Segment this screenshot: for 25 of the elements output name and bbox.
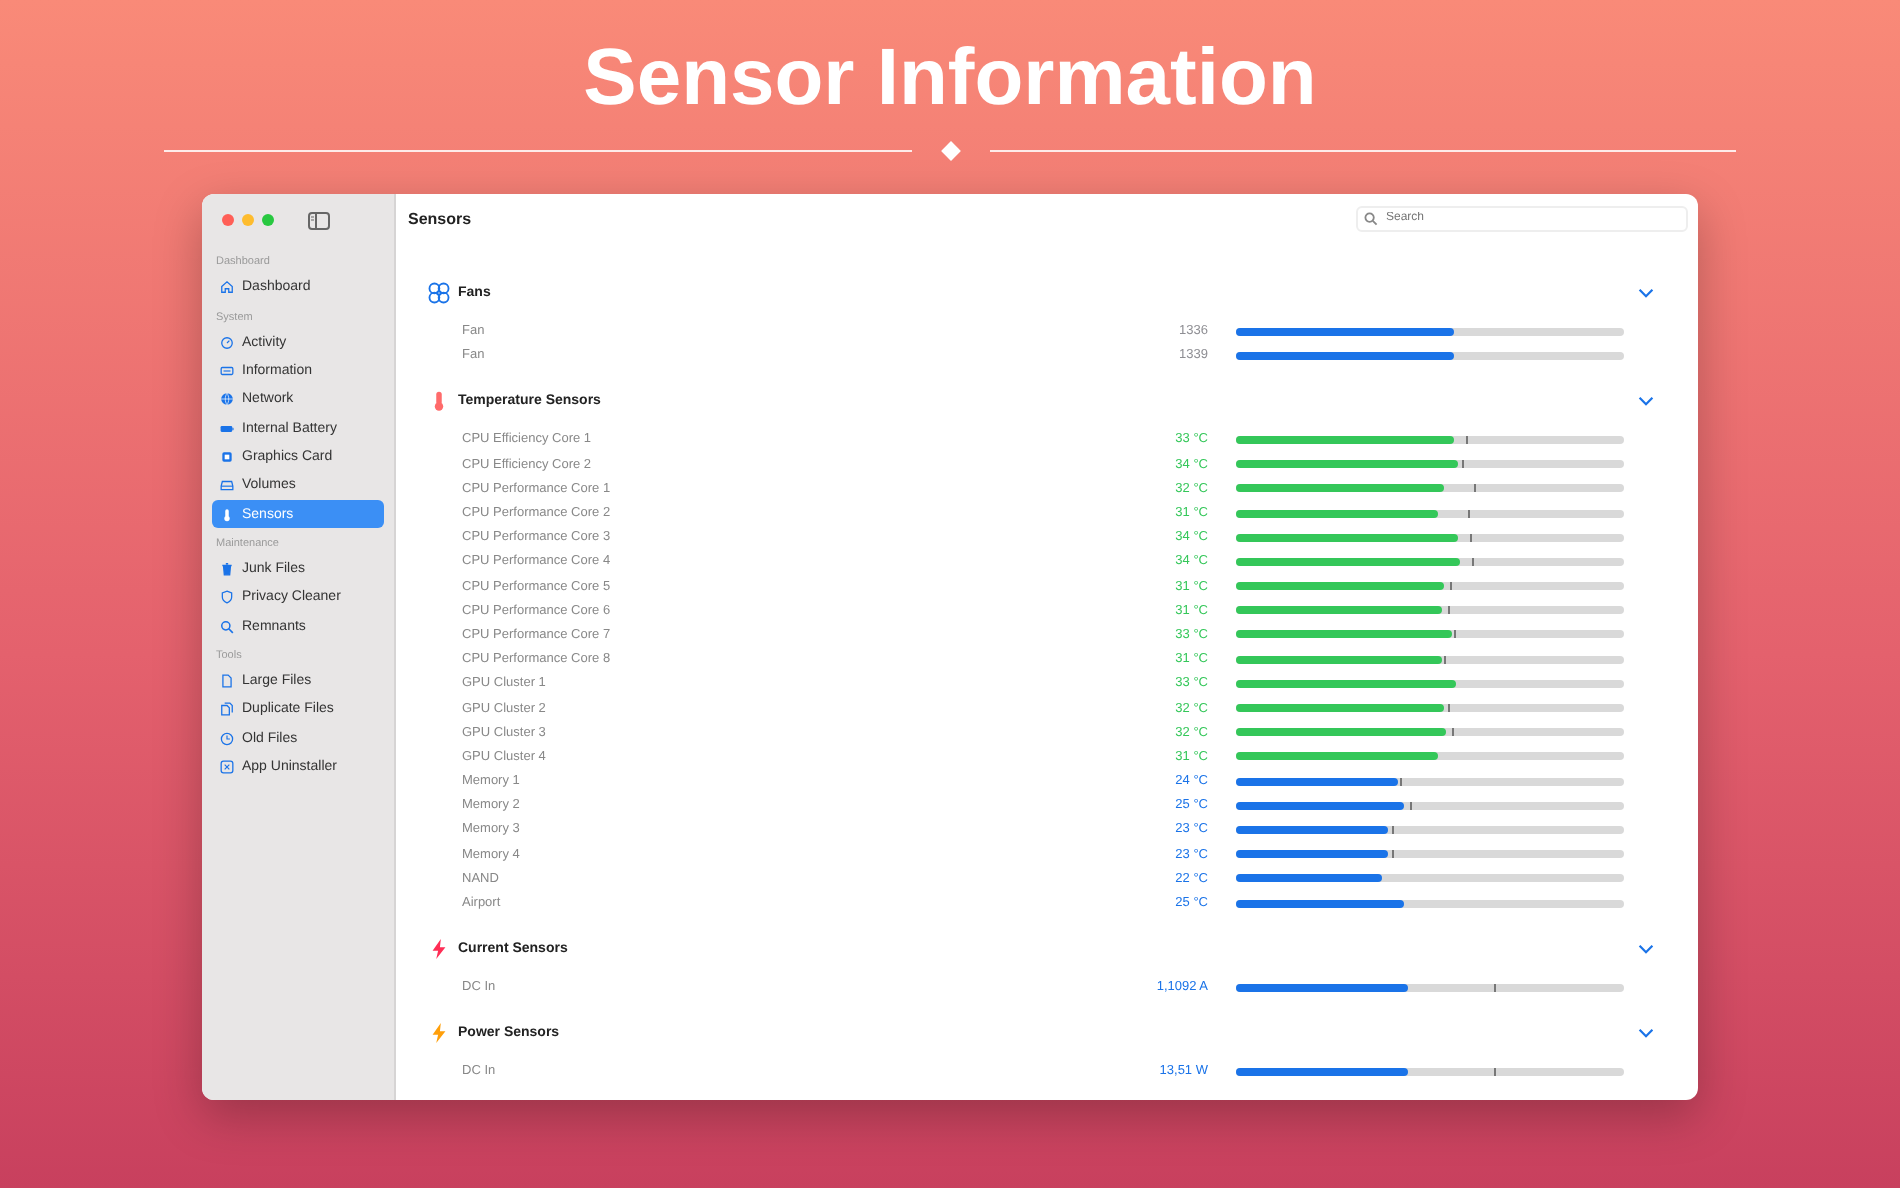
drive-icon (220, 478, 234, 493)
app-remove-icon (220, 760, 234, 775)
lightning-icon (428, 938, 450, 961)
sidebar-toggle-icon[interactable] (308, 211, 330, 229)
house-icon (220, 280, 234, 295)
chevron-icon[interactable] (1638, 1028, 1654, 1039)
fan-icon (428, 282, 450, 304)
chevron-icon[interactable] (1638, 288, 1654, 298)
documents-icon (220, 702, 234, 717)
chip-icon (220, 449, 234, 464)
chevron-icon[interactable] (1638, 396, 1654, 407)
headline: Sensor Information (583, 32, 1317, 124)
search-icon (220, 619, 234, 634)
shield-icon (220, 590, 234, 605)
chevron-icon[interactable] (1638, 944, 1654, 955)
window-title: Sensors (408, 209, 472, 228)
globe-icon (220, 392, 234, 407)
thermometer-icon (220, 507, 234, 522)
lightning-icon (428, 1022, 450, 1045)
close-button[interactable] (222, 214, 234, 226)
gauge-icon (220, 335, 234, 350)
card-icon (220, 364, 234, 379)
trash-icon (220, 562, 234, 577)
document-icon (220, 674, 234, 689)
clock-icon (220, 731, 234, 746)
